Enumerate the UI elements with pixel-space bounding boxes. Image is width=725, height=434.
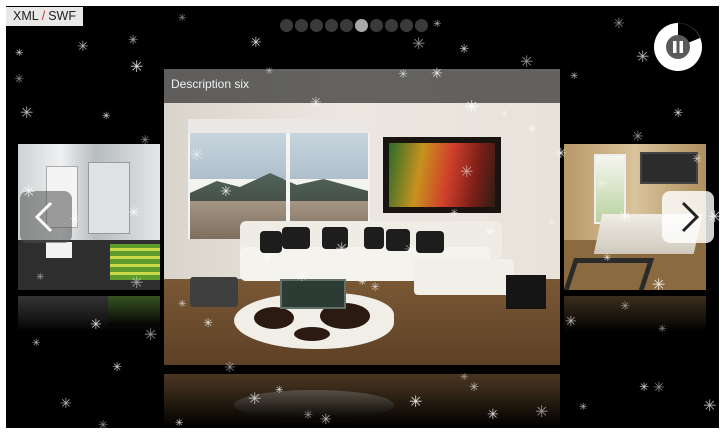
- pagination-dot[interactable]: [310, 19, 323, 32]
- pagination-dot[interactable]: [400, 19, 413, 32]
- pagination-dot[interactable]: [370, 19, 383, 32]
- xml-swf-toggle[interactable]: XML / SWF: [6, 7, 83, 26]
- pagination-dot[interactable]: [325, 19, 338, 32]
- chevron-left-icon: [34, 201, 53, 233]
- toggle-separator: /: [41, 9, 46, 23]
- pagination-dot[interactable]: [280, 19, 293, 32]
- current-slide-reflection: [164, 374, 560, 428]
- slide-caption: Description six: [171, 77, 250, 91]
- pagination-dot[interactable]: [385, 19, 398, 32]
- wall-painting: [383, 137, 501, 213]
- chevron-right-icon: [681, 201, 700, 233]
- gallery-stage: XML / SWF Description six ✳ ✳ ✳ ✳ ✳ ✳ ✳ …: [0, 0, 725, 434]
- pagination-dot[interactable]: [355, 19, 368, 32]
- prev-slide-reflection: [18, 296, 160, 332]
- pagination-dots: [280, 19, 428, 33]
- swf-link[interactable]: SWF: [48, 9, 76, 23]
- pagination-dot[interactable]: [340, 19, 353, 32]
- pause-icon[interactable]: [653, 22, 703, 72]
- xml-link[interactable]: XML: [13, 9, 39, 23]
- next-button[interactable]: [662, 191, 714, 243]
- current-slide-image[interactable]: Description six: [164, 69, 560, 365]
- next-slide-reflection: [564, 296, 706, 332]
- pagination-dot[interactable]: [415, 19, 428, 32]
- prev-button[interactable]: [20, 191, 72, 243]
- pagination-dot[interactable]: [295, 19, 308, 32]
